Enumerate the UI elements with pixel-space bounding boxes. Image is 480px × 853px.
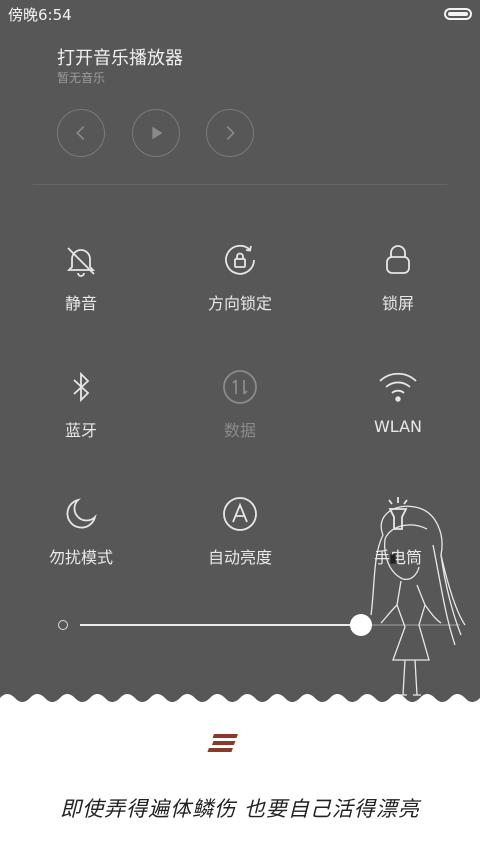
footer-quote: 即使弄得遍体鳞伤 也要自己活得漂亮 [60,797,420,821]
tile-label: 蓝牙 [64,421,97,440]
next-track-button[interactable] [206,109,254,157]
chevron-right-icon [226,125,235,141]
bluetooth-icon [61,367,101,407]
girl-illustration [370,505,466,696]
status-time: 傍晚6:54 [8,6,72,24]
tile-label: 数据 [223,421,256,440]
tile-label: 方向锁定 [207,294,272,313]
brightness-low-icon [58,620,68,630]
tile-label: 自动亮度 [207,548,272,567]
battery-icon [444,8,472,20]
tile-lock-screen[interactable]: 锁屏 [338,240,458,340]
play-button[interactable] [132,109,180,157]
wifi-icon [378,367,418,407]
mobile-data-icon [220,367,260,407]
play-icon [152,126,163,140]
rotation-lock-icon [220,240,260,280]
moon-icon [61,494,101,534]
bell-off-icon [61,240,101,280]
tile-label: 静音 [64,294,97,313]
music-player-subtitle: 暂无音乐 [57,71,106,85]
tile-label: WLAN [373,417,422,436]
auto-brightness-icon [220,494,260,534]
tile-mobile-data[interactable]: 数据 [180,367,300,467]
tile-do-not-disturb[interactable]: 勿扰模式 [21,494,141,594]
status-bar: 傍晚6:54 [0,0,480,28]
lock-icon [378,240,418,280]
tile-rotation-lock[interactable]: 方向锁定 [180,240,300,340]
tile-mute[interactable]: 静音 [21,240,141,340]
tile-wlan[interactable]: WLAN [338,367,458,467]
section-divider [33,184,447,185]
bottom-panel [0,694,480,853]
tile-auto-brightness[interactable]: 自动亮度 [180,494,300,594]
tile-label: 勿扰模式 [48,548,113,567]
previous-track-button[interactable] [57,109,105,157]
tile-label: 锁屏 [381,294,414,313]
music-player-title[interactable]: 打开音乐播放器 [57,44,183,70]
chevron-left-icon [76,125,85,141]
brightness-slider-fill [80,624,361,626]
tile-bluetooth[interactable]: 蓝牙 [21,367,141,467]
